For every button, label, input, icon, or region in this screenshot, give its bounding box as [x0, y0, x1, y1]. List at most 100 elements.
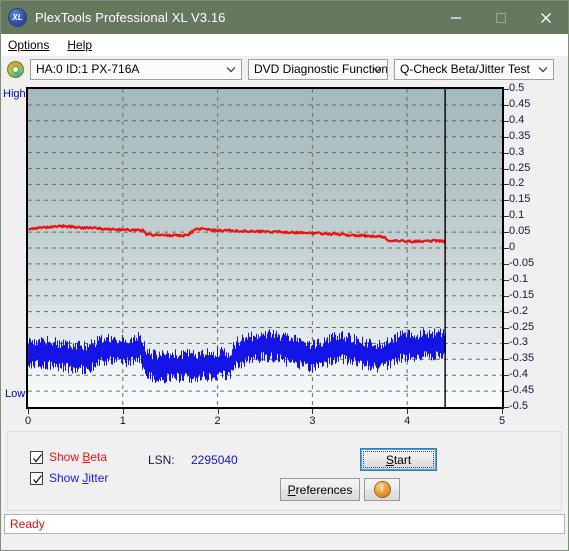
lsn-label: LSN:	[148, 453, 175, 467]
y-tick-label: 0.45	[509, 97, 531, 110]
preferences-button-label: Preferences	[288, 483, 353, 497]
y-tick-mark	[504, 279, 509, 281]
x-tick-label: 1	[119, 415, 126, 427]
show-beta-post: eta	[90, 450, 108, 464]
y-tick-label: 0.5	[509, 82, 525, 94]
y-tick-label: -0.3	[509, 336, 528, 349]
show-jitter-row[interactable]: Show Jitter	[30, 471, 108, 485]
function-select[interactable]: DVD Diagnostic Functions	[248, 58, 388, 80]
x-tick-label: 0	[24, 415, 32, 427]
y-tick-label: 0.1	[509, 209, 525, 222]
x-tick-label: 2	[214, 415, 221, 427]
focus-ring	[363, 451, 434, 468]
info-icon: i	[374, 482, 390, 497]
y-tick-label: 0	[509, 241, 516, 253]
y-tick-mark	[504, 391, 509, 393]
show-beta-row[interactable]: Show Beta	[30, 450, 107, 464]
menu-options[interactable]: Options	[8, 38, 58, 52]
y-tick-mark	[504, 327, 509, 329]
app-icon-xl: XL	[9, 9, 26, 26]
window-title: PlexTools Professional XL V3.16	[35, 10, 226, 25]
status-bar: Ready	[4, 514, 565, 534]
plot-frame	[26, 87, 504, 409]
plot-area	[26, 87, 504, 409]
y-tick-mark	[504, 375, 509, 377]
test-select[interactable]: Q-Check Beta/Jitter Test	[394, 58, 554, 80]
x-tick-label: 4	[404, 415, 411, 427]
axis-high-label: High	[3, 88, 26, 100]
title-bar: XL PlexTools Professional XL V3.16	[1, 1, 568, 34]
beta-jitter-plot	[28, 89, 502, 407]
y-tick-mark	[504, 136, 509, 138]
menu-bar: Options Help	[1, 34, 568, 56]
drive-select-value: HA:0 ID:1 PX-716A	[36, 62, 140, 76]
y-tick-label: 0.25	[509, 161, 531, 174]
check-icon	[33, 453, 42, 462]
menu-options-label: Options	[8, 37, 50, 52]
y-tick-label: 0.3	[509, 145, 525, 158]
controls-group: Show Beta Show Jitter LSN: 2295040 Start…	[7, 431, 562, 511]
minimize-icon[interactable]	[433, 1, 478, 34]
test-select-value: Q-Check Beta/Jitter Test	[400, 62, 530, 76]
prefs-post: references	[295, 482, 353, 497]
y-tick-mark	[504, 248, 509, 249]
y-tick-mark	[504, 120, 509, 122]
y-tick-mark	[504, 152, 509, 154]
y-tick-label: 0.05	[509, 225, 531, 238]
y-tick-mark	[504, 359, 509, 361]
y-tick-mark	[504, 295, 509, 297]
y-tick-mark	[504, 343, 509, 345]
x-tick-mark	[502, 409, 503, 414]
y-tick-mark	[504, 232, 509, 234]
y-tick-mark	[504, 89, 509, 90]
function-select-value: DVD Diagnostic Functions	[254, 62, 388, 76]
y-tick-label: -0.25	[509, 320, 535, 333]
chevron-down-icon	[372, 60, 382, 79]
y-tick-mark	[504, 263, 509, 265]
plextools-window: XL PlexTools Professional XL V3.16 Optio…	[0, 0, 569, 551]
y-tick-mark	[504, 200, 509, 202]
x-tick-label: 5	[498, 415, 506, 427]
axis-low-label: Low	[5, 388, 26, 400]
drive-select[interactable]: HA:0 ID:1 PX-716A	[30, 58, 242, 80]
y-tick-label: -0.15	[509, 288, 535, 301]
start-button[interactable]: Start	[360, 448, 437, 471]
y-tick-label: -0.4	[509, 368, 528, 381]
x-tick-mark	[407, 409, 409, 414]
y-tick-mark	[504, 184, 509, 186]
show-beta-checkbox[interactable]	[30, 450, 43, 464]
maximize-icon[interactable]	[478, 1, 523, 34]
y-tick-label: -0.45	[509, 384, 535, 397]
y-tick-mark	[504, 216, 509, 218]
menu-help[interactable]: Help	[67, 38, 101, 52]
y-tick-label: -0.2	[509, 304, 528, 317]
show-beta-label: Show Beta	[49, 450, 107, 464]
show-jitter-post: itter	[88, 471, 109, 485]
disc-icon	[7, 60, 24, 78]
y-tick-mark	[504, 168, 509, 170]
preferences-button[interactable]: Preferences	[280, 478, 360, 501]
y-tick-mark	[504, 407, 509, 408]
x-tick-mark	[217, 409, 219, 414]
status-text: Ready	[10, 517, 45, 531]
chart-panel: High Low 0.5 0.45 0.4 0.35 0.3 0.25 0.2 0.15 0.1…	[1, 82, 568, 429]
y-tick-label: -0.1	[509, 272, 528, 285]
check-icon	[33, 474, 42, 483]
info-button[interactable]: i	[364, 478, 400, 501]
x-tick-mark	[122, 409, 124, 414]
y-tick-label: 0.35	[509, 129, 531, 142]
x-tick-label: 3	[309, 415, 316, 427]
y-tick-mark	[504, 311, 509, 313]
y-tick-label: 0.15	[509, 193, 531, 206]
chevron-down-icon	[538, 60, 548, 79]
menu-help-label: Help	[67, 37, 93, 52]
show-jitter-checkbox[interactable]	[30, 471, 43, 485]
lsn-value: 2295040	[191, 453, 238, 467]
show-beta-pre: Show	[49, 450, 83, 464]
chevron-down-icon	[226, 60, 236, 79]
close-icon[interactable]	[523, 1, 568, 34]
y-tick-label: 0.4	[509, 113, 525, 126]
y-tick-label: 0.2	[509, 177, 525, 190]
show-jitter-pre: Show	[49, 471, 83, 485]
y-tick-label: -0.05	[509, 256, 535, 269]
